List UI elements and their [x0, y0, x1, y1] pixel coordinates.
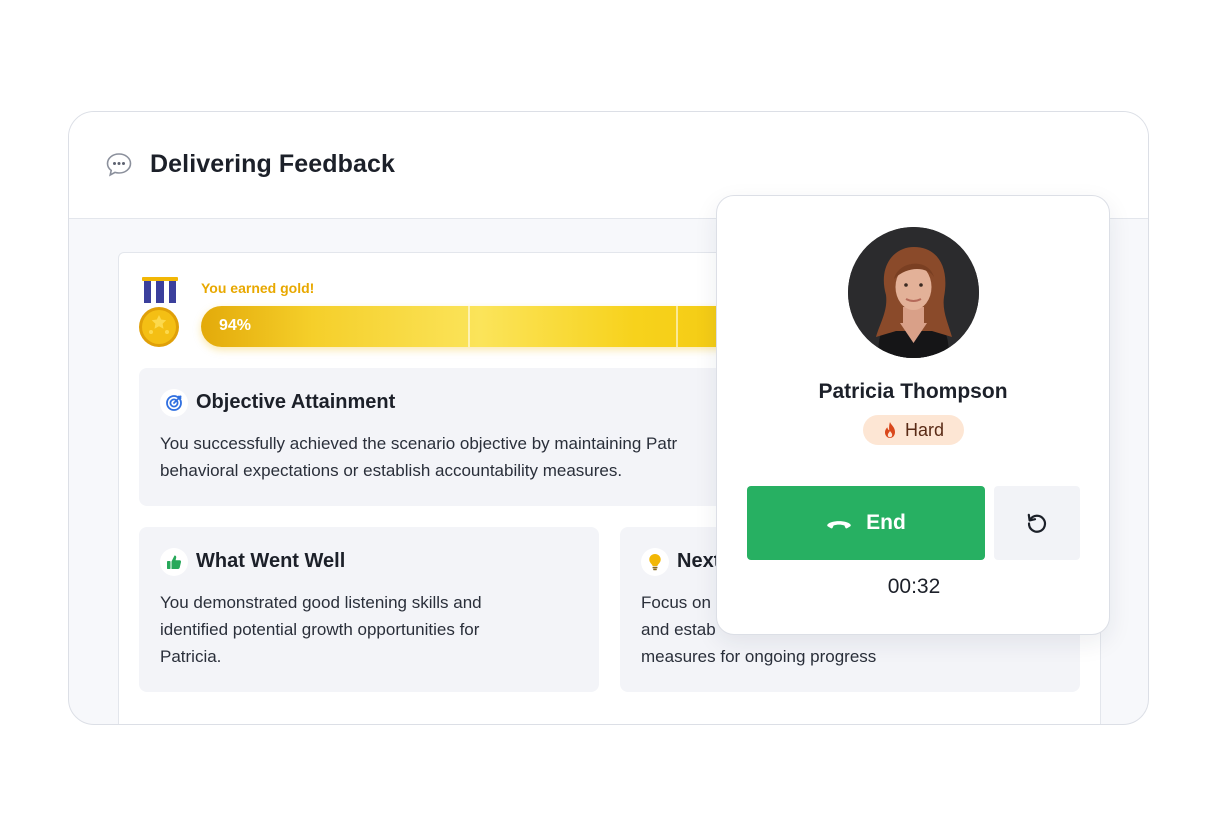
caller-name: Patricia Thompson — [818, 380, 1008, 403]
thumbs-up-icon — [160, 548, 188, 576]
went-well-text: You demonstrated good listening skills a… — [160, 593, 482, 666]
call-widget: Patricia Thompson Hard End 00:32 — [716, 195, 1110, 635]
end-call-label: End — [866, 511, 906, 534]
phone-hangup-icon — [827, 521, 851, 529]
earned-label: You earned gold! — [201, 280, 315, 296]
page-title: Delivering Feedback — [150, 150, 396, 178]
restart-button[interactable] — [994, 486, 1080, 560]
gold-medal-icon — [139, 277, 179, 347]
call-timer: 00:32 — [887, 575, 941, 598]
flame-icon — [884, 422, 895, 438]
target-icon — [160, 389, 188, 417]
difficulty-label: Hard — [904, 419, 944, 440]
lightbulb-icon — [641, 548, 669, 576]
objective-title: Objective Attainment — [196, 391, 396, 413]
end-call-button[interactable]: End — [747, 486, 985, 560]
speech-bubble-icon — [106, 153, 132, 177]
score-percent: 94% — [219, 317, 252, 334]
went-well-card: What Went Well You demonstrated good lis… — [139, 527, 599, 692]
restart-icon — [1027, 513, 1047, 533]
difficulty-badge: Hard — [863, 415, 964, 445]
objective-text: You successfully achieved the scenario o… — [160, 434, 678, 480]
went-well-title: What Went Well — [196, 550, 346, 572]
avatar — [848, 227, 979, 358]
next-steps-title: Next — [677, 550, 721, 572]
